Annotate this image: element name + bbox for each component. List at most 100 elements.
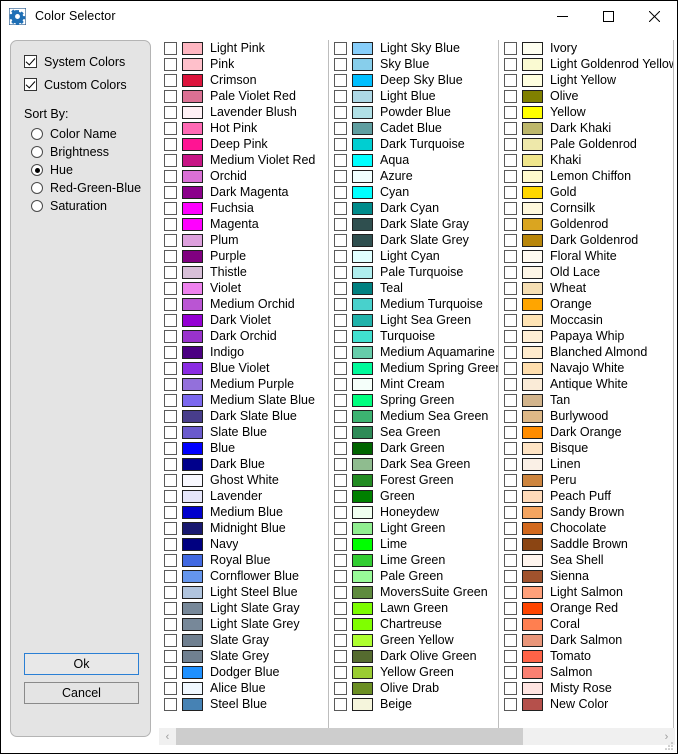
color-swatch[interactable] xyxy=(352,265,373,279)
color-row[interactable]: Dark Cyan xyxy=(329,200,499,216)
color-swatch[interactable] xyxy=(182,393,203,407)
color-swatch[interactable] xyxy=(352,121,373,135)
radio-red-green-blue[interactable] xyxy=(31,182,43,194)
color-checkbox[interactable] xyxy=(164,41,177,55)
color-row[interactable]: Salmon xyxy=(499,664,674,680)
sort-option-hue[interactable]: Hue xyxy=(31,161,150,179)
color-swatch[interactable] xyxy=(352,681,373,695)
color-checkbox[interactable] xyxy=(334,633,347,647)
color-checkbox[interactable] xyxy=(164,585,177,599)
color-row[interactable]: Light Pink xyxy=(159,40,329,56)
color-swatch[interactable] xyxy=(352,153,373,167)
color-swatch[interactable] xyxy=(352,361,373,375)
color-swatch[interactable] xyxy=(522,281,543,295)
color-swatch[interactable] xyxy=(522,377,543,391)
color-row[interactable]: Papaya Whip xyxy=(499,328,674,344)
color-swatch[interactable] xyxy=(522,153,543,167)
color-swatch[interactable] xyxy=(352,313,373,327)
color-swatch[interactable] xyxy=(352,617,373,631)
color-checkbox[interactable] xyxy=(504,489,517,503)
color-checkbox[interactable] xyxy=(504,617,517,631)
color-checkbox[interactable] xyxy=(164,217,177,231)
color-swatch[interactable] xyxy=(352,489,373,503)
color-row[interactable]: Orchid xyxy=(159,168,329,184)
color-row[interactable]: Misty Rose xyxy=(499,680,674,696)
color-swatch[interactable] xyxy=(352,297,373,311)
color-swatch[interactable] xyxy=(352,169,373,183)
color-swatch[interactable] xyxy=(352,425,373,439)
color-checkbox[interactable] xyxy=(334,425,347,439)
color-row[interactable]: Fuchsia xyxy=(159,200,329,216)
color-row[interactable]: Dark Olive Green xyxy=(329,648,499,664)
color-row[interactable]: Khaki xyxy=(499,152,674,168)
sort-option-saturation[interactable]: Saturation xyxy=(31,197,150,215)
color-swatch[interactable] xyxy=(522,121,543,135)
color-checkbox[interactable] xyxy=(504,521,517,535)
color-swatch[interactable] xyxy=(182,265,203,279)
color-swatch[interactable] xyxy=(352,89,373,103)
color-checkbox[interactable] xyxy=(334,473,347,487)
color-swatch[interactable] xyxy=(182,489,203,503)
color-checkbox[interactable] xyxy=(164,265,177,279)
color-checkbox[interactable] xyxy=(504,553,517,567)
color-swatch[interactable] xyxy=(182,665,203,679)
color-row[interactable]: Coral xyxy=(499,616,674,632)
color-row[interactable]: Peach Puff xyxy=(499,488,674,504)
color-swatch[interactable] xyxy=(182,153,203,167)
color-row[interactable]: Pale Violet Red xyxy=(159,88,329,104)
color-row[interactable]: Cyan xyxy=(329,184,499,200)
color-row[interactable]: Tomato xyxy=(499,648,674,664)
color-swatch[interactable] xyxy=(352,665,373,679)
color-swatch[interactable] xyxy=(522,297,543,311)
color-row[interactable]: Linen xyxy=(499,456,674,472)
color-checkbox[interactable] xyxy=(334,89,347,103)
color-swatch[interactable] xyxy=(522,89,543,103)
color-checkbox[interactable] xyxy=(334,665,347,679)
color-swatch[interactable] xyxy=(182,89,203,103)
color-swatch[interactable] xyxy=(352,569,373,583)
color-swatch[interactable] xyxy=(352,329,373,343)
color-row[interactable]: Medium Aquamarine xyxy=(329,344,499,360)
color-row[interactable]: Lavender Blush xyxy=(159,104,329,120)
color-swatch[interactable] xyxy=(182,41,203,55)
color-checkbox[interactable] xyxy=(164,249,177,263)
color-checkbox[interactable] xyxy=(334,457,347,471)
color-row[interactable]: Orange xyxy=(499,296,674,312)
color-checkbox[interactable] xyxy=(164,169,177,183)
color-swatch[interactable] xyxy=(182,249,203,263)
color-checkbox[interactable] xyxy=(334,185,347,199)
color-checkbox[interactable] xyxy=(334,393,347,407)
color-row[interactable]: Dark Slate Gray xyxy=(329,216,499,232)
color-row[interactable]: Beige xyxy=(329,696,499,712)
color-row[interactable]: Dodger Blue xyxy=(159,664,329,680)
color-swatch[interactable] xyxy=(522,105,543,119)
color-checkbox[interactable] xyxy=(504,233,517,247)
color-checkbox[interactable] xyxy=(164,569,177,583)
color-checkbox[interactable] xyxy=(334,505,347,519)
color-swatch[interactable] xyxy=(352,393,373,407)
color-checkbox[interactable] xyxy=(164,281,177,295)
color-row[interactable]: Light Blue xyxy=(329,88,499,104)
color-row[interactable]: Tan xyxy=(499,392,674,408)
color-checkbox[interactable] xyxy=(164,665,177,679)
color-row[interactable]: Cornsilk xyxy=(499,200,674,216)
color-row[interactable]: Bisque xyxy=(499,440,674,456)
color-checkbox[interactable] xyxy=(164,121,177,135)
color-row[interactable]: Dark Magenta xyxy=(159,184,329,200)
color-swatch[interactable] xyxy=(522,265,543,279)
color-swatch[interactable] xyxy=(182,361,203,375)
color-swatch[interactable] xyxy=(182,105,203,119)
color-swatch[interactable] xyxy=(182,585,203,599)
color-swatch[interactable] xyxy=(522,553,543,567)
color-checkbox[interactable] xyxy=(334,377,347,391)
color-row[interactable]: Pale Turquoise xyxy=(329,264,499,280)
color-checkbox[interactable] xyxy=(334,441,347,455)
color-row[interactable]: Honeydew xyxy=(329,504,499,520)
color-row[interactable]: Old Lace xyxy=(499,264,674,280)
color-swatch[interactable] xyxy=(522,425,543,439)
color-swatch[interactable] xyxy=(522,249,543,263)
color-swatch[interactable] xyxy=(182,185,203,199)
scrollbar-thumb[interactable] xyxy=(176,728,524,745)
color-swatch[interactable] xyxy=(352,185,373,199)
color-swatch[interactable] xyxy=(352,585,373,599)
